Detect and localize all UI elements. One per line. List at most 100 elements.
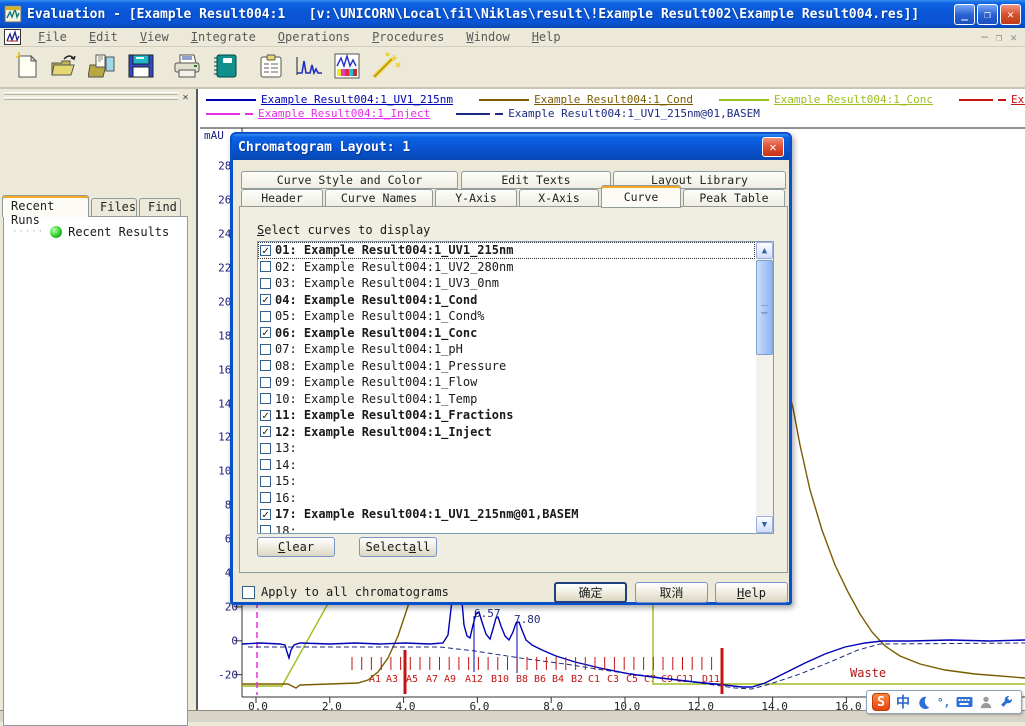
- keyboard-icon[interactable]: [956, 695, 973, 709]
- curve-row-04[interactable]: ✓04: Example Result004:1_Cond: [258, 292, 755, 309]
- sogou-logo-icon[interactable]: S: [872, 693, 890, 711]
- curve-row-16[interactable]: 16:: [258, 490, 755, 507]
- curve-row-12[interactable]: ✓12: Example Result004:1_Inject: [258, 424, 755, 441]
- curve-row-01[interactable]: ✓01: Example Result004:1_UV1_215nm: [258, 242, 755, 259]
- menu-file[interactable]: File: [27, 29, 78, 45]
- checkbox-checked[interactable]: ✓: [260, 426, 271, 437]
- curve-row-18[interactable]: 18:: [258, 523, 755, 535]
- checkbox-unchecked[interactable]: [260, 311, 271, 322]
- curve-row-15[interactable]: 15:: [258, 473, 755, 490]
- curve-row-09[interactable]: 09: Example Result004:1_Flow: [258, 374, 755, 391]
- dialog-tab-curve[interactable]: Curve: [601, 185, 681, 208]
- mdi-restore-icon[interactable]: ❐: [996, 31, 1003, 44]
- legend-item[interactable]: Example Result004:1_Cond: [479, 93, 693, 106]
- legend-item[interactable]: Example Result004:1_UV1_215nm@01,BASEM: [456, 107, 760, 120]
- legend-item[interactable]: Example Result004:1_Conc: [719, 93, 933, 106]
- curve-row-06[interactable]: ✓06: Example Result004:1_Conc: [258, 325, 755, 342]
- legend-label[interactable]: Example Result004:1_Fractions: [1011, 93, 1025, 106]
- checkbox-unchecked[interactable]: [260, 525, 271, 534]
- checkbox-unchecked[interactable]: [260, 492, 271, 503]
- wizard-button[interactable]: [366, 49, 404, 85]
- scroll-thumb[interactable]: [756, 260, 773, 355]
- chromatogram-button[interactable]: [290, 49, 328, 85]
- menu-help[interactable]: Help: [521, 29, 572, 45]
- dialog-tab-curve-style-and-color[interactable]: Curve Style and Color: [241, 171, 458, 189]
- mdi-close-icon[interactable]: ✕: [1010, 31, 1017, 44]
- dialog-close-icon[interactable]: ✕: [762, 137, 784, 157]
- panel-grip[interactable]: [4, 92, 178, 95]
- curve-row-14[interactable]: 14:: [258, 457, 755, 474]
- peak-table-button[interactable]: [328, 49, 366, 85]
- legend-item[interactable]: Example Result004:1_Inject: [206, 107, 430, 120]
- chinese-mode-icon[interactable]: 中: [896, 692, 910, 712]
- checkbox-unchecked[interactable]: [260, 476, 271, 487]
- checkbox-checked[interactable]: ✓: [260, 245, 271, 256]
- dialog-tab-curve-names[interactable]: Curve Names: [325, 189, 433, 207]
- curve-row-11[interactable]: ✓11: Example Result004:1_Fractions: [258, 407, 755, 424]
- import-result-button[interactable]: [84, 49, 122, 85]
- clear-button[interactable]: Clear: [257, 537, 335, 557]
- logbook-button[interactable]: [206, 49, 244, 85]
- mdi-minimize-icon[interactable]: ─: [981, 31, 988, 44]
- menu-view[interactable]: View: [129, 29, 180, 45]
- checkbox-unchecked[interactable]: [260, 344, 271, 355]
- checkbox-unchecked[interactable]: [260, 443, 271, 454]
- ok-button[interactable]: 确定: [554, 582, 627, 603]
- scroll-up-icon[interactable]: ▲: [756, 242, 773, 259]
- save-button[interactable]: [122, 49, 160, 85]
- curve-row-07[interactable]: 07: Example Result004:1_pH: [258, 341, 755, 358]
- curve-row-08[interactable]: 08: Example Result004:1_Pressure: [258, 358, 755, 375]
- dialog-tab-header[interactable]: Header: [241, 189, 323, 207]
- checkbox-unchecked[interactable]: [260, 377, 271, 388]
- user-icon[interactable]: [979, 695, 993, 709]
- scrollbar[interactable]: ▲ ▼: [756, 242, 773, 533]
- tab-find[interactable]: Find: [139, 198, 181, 216]
- close-button[interactable]: ✕: [1000, 4, 1021, 25]
- tab-recent-runs[interactable]: Recent Runs: [2, 195, 89, 217]
- cancel-button[interactable]: 取消: [635, 582, 708, 603]
- curve-row-03[interactable]: 03: Example Result004:1_UV3_0nm: [258, 275, 755, 292]
- dialog-tab-y-axis[interactable]: Y-Axis: [435, 189, 517, 207]
- checkbox-checked[interactable]: ✓: [260, 294, 271, 305]
- select-all-button[interactable]: Select all: [359, 537, 437, 557]
- tab-files[interactable]: Files: [91, 198, 137, 216]
- dialog-titlebar[interactable]: Chromatogram Layout: 1 ✕: [232, 134, 790, 160]
- menu-procedures[interactable]: Procedures: [361, 29, 455, 45]
- legend-item[interactable]: Example Result004:1_Fractions: [959, 93, 1025, 106]
- apply-all-checkbox-row[interactable]: Apply to all chromatograms: [242, 585, 449, 599]
- menu-integrate[interactable]: Integrate: [180, 29, 267, 45]
- new-document-button[interactable]: [8, 49, 46, 85]
- checkbox-unchecked[interactable]: [260, 261, 271, 272]
- legend-label[interactable]: Example Result004:1_Inject: [258, 107, 430, 120]
- help-button[interactable]: Help: [715, 582, 788, 603]
- open-result-button[interactable]: [46, 49, 84, 85]
- minimize-button[interactable]: _: [954, 4, 975, 25]
- curve-row-10[interactable]: 10: Example Result004:1_Temp: [258, 391, 755, 408]
- legend-item[interactable]: Example Result004:1_UV1_215nm: [206, 93, 453, 106]
- legend-label[interactable]: Example Result004:1_Cond: [534, 93, 693, 106]
- restore-button[interactable]: ❐: [977, 4, 998, 25]
- scroll-down-icon[interactable]: ▼: [756, 516, 773, 533]
- checkbox-unchecked[interactable]: [260, 278, 271, 289]
- curve-row-13[interactable]: 13:: [258, 440, 755, 457]
- dialog-tab-peak-table[interactable]: Peak Table: [683, 189, 785, 207]
- dialog-tab-x-axis[interactable]: X-Axis: [519, 189, 599, 207]
- checkbox-unchecked[interactable]: [260, 393, 271, 404]
- apply-all-checkbox[interactable]: [242, 586, 255, 599]
- results-tree[interactable]: ····· Recent Results: [3, 216, 188, 726]
- checkbox-unchecked[interactable]: [260, 459, 271, 470]
- curve-row-02[interactable]: 02: Example Result004:1_UV2_280nm: [258, 259, 755, 276]
- checkbox-checked[interactable]: ✓: [260, 410, 271, 421]
- print-button[interactable]: [168, 49, 206, 85]
- checkbox-unchecked[interactable]: [260, 360, 271, 371]
- panel-close-icon[interactable]: ✕: [179, 91, 192, 104]
- panel-grip2[interactable]: [4, 97, 178, 100]
- wrench-icon[interactable]: [999, 695, 1013, 709]
- dialog-tab-edit-texts[interactable]: Edit Texts: [461, 171, 611, 189]
- menu-window[interactable]: Window: [455, 29, 520, 45]
- checkbox-checked[interactable]: ✓: [260, 509, 271, 520]
- punctuation-icon[interactable]: °,: [937, 696, 950, 709]
- moon-icon[interactable]: [916, 695, 931, 710]
- curve-row-17[interactable]: ✓17: Example Result004:1_UV1_215nm@01,BA…: [258, 506, 755, 523]
- legend-label[interactable]: Example Result004:1_UV1_215nm: [261, 93, 453, 106]
